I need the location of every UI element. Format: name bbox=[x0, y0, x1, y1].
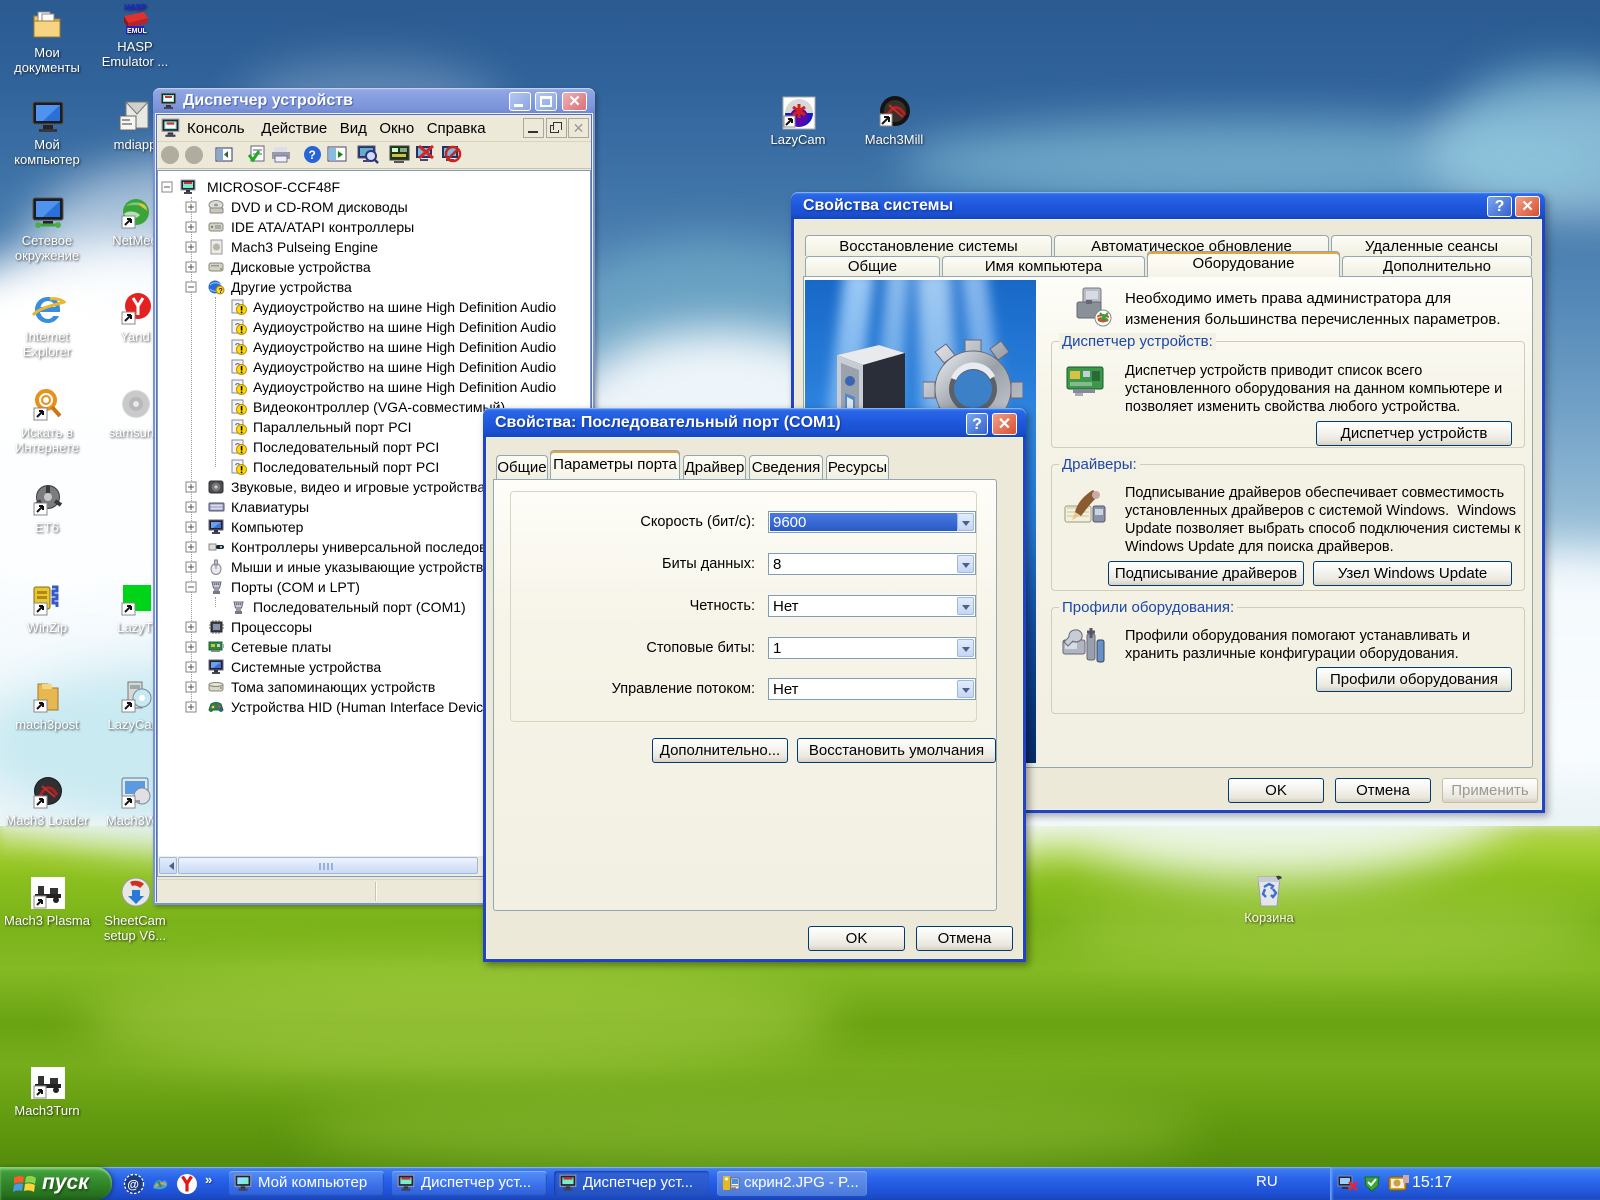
svg-text:?: ? bbox=[309, 148, 316, 162]
svg-text:EMUL: EMUL bbox=[127, 28, 148, 35]
svg-text:?: ? bbox=[219, 288, 223, 295]
svg-text:@: @ bbox=[127, 1178, 139, 1192]
svg-text:HASP: HASP bbox=[124, 3, 147, 12]
